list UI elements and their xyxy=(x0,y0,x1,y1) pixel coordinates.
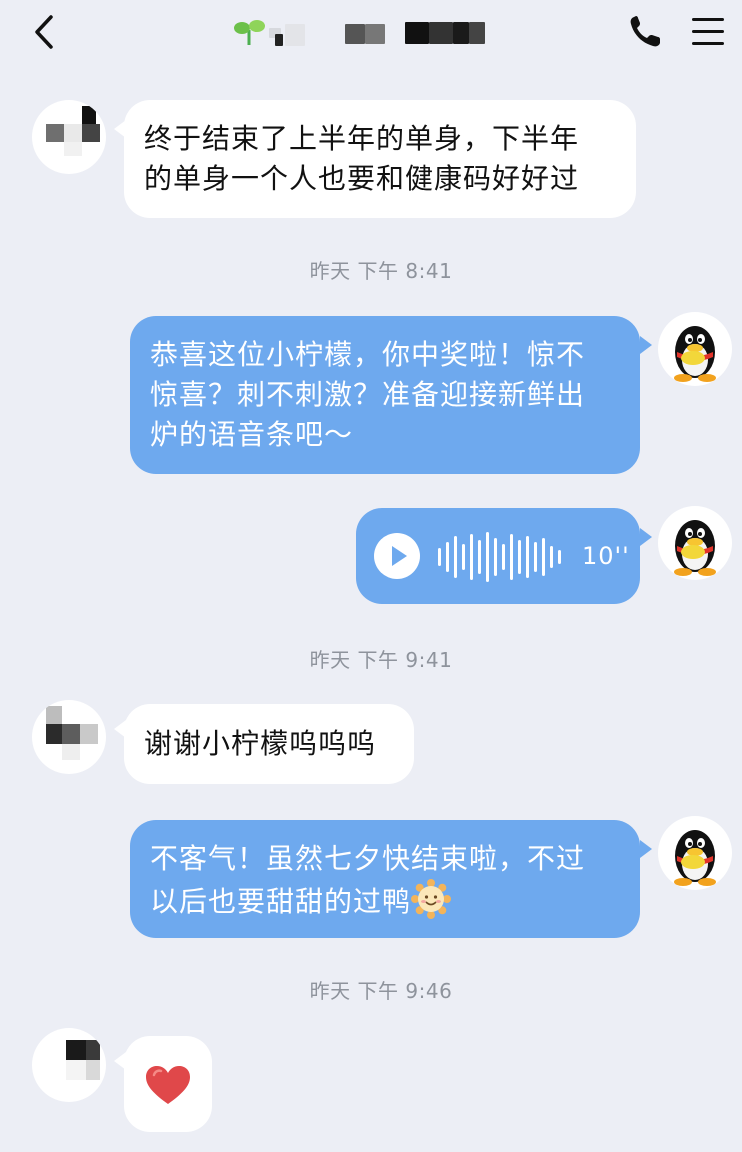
call-button[interactable] xyxy=(622,10,670,54)
play-button[interactable] xyxy=(374,533,420,579)
voice-message-bubble[interactable]: 10'' xyxy=(356,508,640,604)
sprout-icon xyxy=(234,20,265,45)
name-mosaic xyxy=(469,22,485,44)
bubble-tail xyxy=(640,840,652,858)
message-line: 谢谢小柠檬呜呜呜 xyxy=(144,727,377,760)
message-line: 恭喜这位小柠檬，你中奖啦！惊不 xyxy=(150,338,586,371)
hamburger-menu-icon xyxy=(692,18,724,45)
message-line: 炉的语音条吧～ xyxy=(150,418,354,451)
sun-emoji-icon xyxy=(411,879,452,919)
name-mosaic xyxy=(275,34,283,46)
bubble-tail xyxy=(640,528,652,546)
name-mosaic xyxy=(285,24,305,46)
message-bubble-outgoing[interactable]: 不客气！虽然七夕快结束啦，不过 以后也要甜甜的过鸭 xyxy=(130,820,640,938)
timestamp: 昨天 下午 8:41 xyxy=(309,259,453,283)
heart-icon xyxy=(146,1066,190,1104)
contact-name-title[interactable] xyxy=(225,14,505,50)
contact-name-text xyxy=(225,14,226,15)
chat-header xyxy=(0,0,742,72)
message-bubble-incoming[interactable]: 谢谢小柠檬呜呜呜 xyxy=(124,704,414,784)
message-line: 以后也要甜甜的过鸭 xyxy=(150,879,640,922)
blurred-avatar-image xyxy=(66,1040,100,1080)
voice-waveform-icon xyxy=(438,532,561,582)
name-mosaic xyxy=(345,24,365,44)
contact-avatar[interactable] xyxy=(32,1028,106,1102)
sticker-bubble[interactable] xyxy=(124,1036,212,1132)
message-line: 的单身一个人也要和健康码好好过 xyxy=(144,162,580,195)
voice-duration: 10'' xyxy=(582,542,630,570)
timestamp: 昨天 下午 9:41 xyxy=(309,648,453,672)
qq-penguin-icon xyxy=(674,830,716,886)
blurred-avatar-image xyxy=(46,706,98,760)
back-button[interactable] xyxy=(18,6,70,58)
message-line-text: 以后也要甜甜的过鸭 xyxy=(150,885,412,918)
phone-icon xyxy=(630,16,660,47)
message-line: 终于结束了上半年的单身，下半年 xyxy=(144,122,580,155)
my-avatar[interactable] xyxy=(658,506,732,580)
message-line: 不客气！虽然七夕快结束啦，不过 xyxy=(150,842,586,875)
bubble-tail xyxy=(640,336,652,354)
contact-avatar[interactable] xyxy=(32,100,106,174)
message-bubble-outgoing[interactable]: 恭喜这位小柠檬，你中奖啦！惊不 惊喜？刺不刺激？准备迎接新鲜出 炉的语音条吧～ xyxy=(130,316,640,474)
name-mosaic xyxy=(365,24,385,44)
name-mosaic xyxy=(453,22,469,44)
name-mosaic xyxy=(405,22,429,44)
my-avatar[interactable] xyxy=(658,312,732,386)
message-line: 惊喜？刺不刺激？准备迎接新鲜出 xyxy=(150,378,586,411)
timestamp: 昨天 下午 9:46 xyxy=(309,979,453,1003)
my-avatar[interactable] xyxy=(658,816,732,890)
qq-penguin-icon xyxy=(674,326,716,382)
chevron-left-icon xyxy=(35,15,53,49)
contact-avatar[interactable] xyxy=(32,700,106,774)
name-mosaic xyxy=(429,22,453,44)
qq-penguin-icon xyxy=(674,520,716,576)
blurred-avatar-image xyxy=(46,106,100,156)
message-bubble-incoming[interactable]: 终于结束了上半年的单身，下半年 的单身一个人也要和健康码好好过 xyxy=(124,100,636,218)
menu-button[interactable] xyxy=(686,10,730,54)
